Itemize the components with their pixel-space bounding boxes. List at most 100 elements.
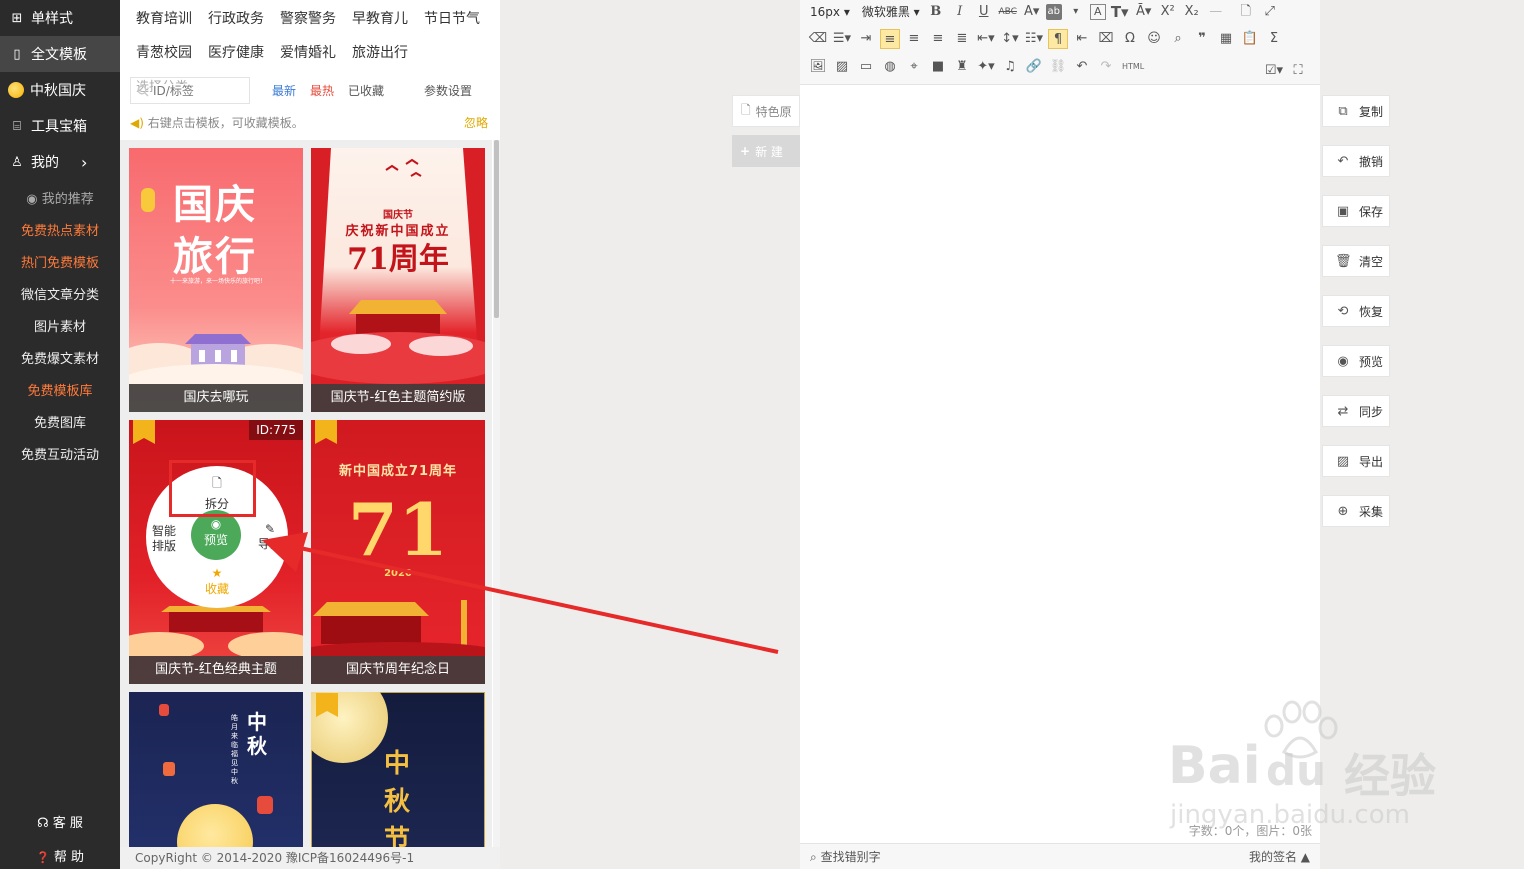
- paragraph-spacing-icon[interactable]: ☷▾: [1024, 29, 1044, 49]
- link-icon[interactable]: 🔗: [1024, 57, 1044, 77]
- music-icon[interactable]: ♫: [1000, 57, 1020, 77]
- tab-favorited[interactable]: 已收藏: [348, 82, 384, 99]
- table-icon[interactable]: ▦: [1216, 29, 1236, 49]
- tab-hottest[interactable]: 最热: [310, 82, 334, 99]
- spellcheck-link[interactable]: ⌕ 查找错别字: [810, 848, 881, 865]
- preview-button[interactable]: ◉ 预览: [191, 510, 241, 560]
- category-early-edu[interactable]: 早教育儿: [352, 8, 424, 42]
- category-government[interactable]: 行政政务: [208, 8, 280, 42]
- bold-icon[interactable]: B: [926, 2, 946, 22]
- search-input[interactable]: [153, 83, 239, 98]
- line-height-icon[interactable]: ↕▾: [1000, 29, 1020, 49]
- category-travel[interactable]: 旅游出行: [352, 42, 424, 76]
- align-justify-icon[interactable]: ≣: [952, 29, 972, 49]
- border-text-icon[interactable]: A: [1089, 4, 1106, 20]
- clear-button[interactable]: 🗑 清空: [1322, 245, 1390, 277]
- nav-help[interactable]: ❓ 帮 助: [0, 846, 120, 865]
- signature-link[interactable]: 我的签名 ▲: [1249, 848, 1310, 865]
- category-wedding[interactable]: 爱情婚礼: [280, 42, 352, 76]
- sync-button[interactable]: ⇄ 同步: [1322, 395, 1390, 427]
- nav-hot-free-template[interactable]: 热门免费模板: [0, 248, 120, 280]
- ltr-icon[interactable]: ¶: [1048, 29, 1068, 49]
- collect-button[interactable]: ⊕ 采集: [1322, 495, 1390, 527]
- dropdown-icon[interactable]: ▾: [1066, 2, 1086, 22]
- preview-side-button[interactable]: ◉ 预览: [1322, 345, 1390, 377]
- template-card[interactable]: 中秋节: [311, 692, 485, 848]
- ignore-link[interactable]: 忽略: [464, 114, 488, 131]
- tab-featured[interactable]: 🗋 特色原: [732, 95, 800, 127]
- undo-icon[interactable]: ↶: [1072, 57, 1092, 77]
- align-right-icon[interactable]: ≡: [928, 29, 948, 49]
- font-color-icon[interactable]: A▾: [1022, 2, 1042, 22]
- paste-icon[interactable]: 📋: [1240, 29, 1260, 49]
- image-icon[interactable]: 🖼: [808, 57, 828, 77]
- unlink-icon[interactable]: ⛓: [1048, 57, 1068, 77]
- fullscreen-exit-icon[interactable]: ⤢: [1260, 2, 1280, 22]
- align-left-icon[interactable]: ≡: [880, 29, 900, 49]
- search-box[interactable]: [130, 77, 250, 104]
- fullscreen-icon[interactable]: ⛶: [1288, 61, 1308, 81]
- nav-wechat-category[interactable]: 微信文章分类: [0, 280, 120, 312]
- align-center-icon[interactable]: ≡: [904, 29, 924, 49]
- nav-free-template-lib[interactable]: 免费模板库: [0, 376, 120, 408]
- sigma-icon[interactable]: Σ: [1264, 29, 1284, 49]
- magic-wand-icon[interactable]: ✦▾: [976, 57, 996, 77]
- sticker-icon[interactable]: ◍: [880, 57, 900, 77]
- nav-full-template[interactable]: ▯ 全文模板: [0, 36, 120, 72]
- highlight-icon[interactable]: ab: [1045, 4, 1062, 20]
- subscript-icon[interactable]: X₂: [1182, 2, 1202, 22]
- superscript-icon[interactable]: X²: [1158, 2, 1178, 22]
- nav-toolbox[interactable]: ⌸ 工具宝箱: [0, 108, 120, 144]
- export-button[interactable]: ▨ 导出: [1322, 445, 1390, 477]
- tab-new[interactable]: + 新 建: [732, 135, 800, 167]
- template-card[interactable]: 新中国成立71周年 71 2020 国庆节周年纪念日: [311, 420, 485, 684]
- favorite-option[interactable]: ★ 收藏: [198, 566, 236, 597]
- template-card[interactable]: 中秋 皓月来临 福见中秋: [129, 692, 303, 848]
- nav-my-recommend[interactable]: ◉ 我的推荐: [0, 184, 120, 216]
- strikethrough-icon[interactable]: ABC: [998, 2, 1018, 22]
- letter-spacing-icon[interactable]: Ā▾: [1134, 2, 1154, 22]
- import-option[interactable]: ✎ 导入: [256, 522, 284, 552]
- omega-icon[interactable]: Ω: [1120, 29, 1140, 49]
- category-medical[interactable]: 医疗健康: [208, 42, 280, 76]
- category-education[interactable]: 教育培训: [136, 8, 208, 42]
- save-button[interactable]: ▣ 保存: [1322, 195, 1390, 227]
- nav-viral-material[interactable]: 免费爆文素材: [0, 344, 120, 376]
- font-family-select[interactable]: 微软雅黑 ▾: [860, 2, 922, 22]
- nav-free-activity[interactable]: 免费互动活动: [0, 440, 120, 472]
- nav-mid-autumn[interactable]: 中秋国庆: [0, 72, 120, 108]
- eraser-icon[interactable]: ⌫: [808, 29, 828, 49]
- nav-mine[interactable]: ♙ 我的 ›: [0, 144, 120, 180]
- font-size-select[interactable]: 16px ▾: [808, 2, 852, 22]
- category-police[interactable]: 警察警务: [280, 8, 352, 42]
- category-festival[interactable]: 节日节气: [424, 8, 496, 42]
- italic-icon[interactable]: I: [950, 2, 970, 22]
- edit-area[interactable]: [800, 86, 1320, 843]
- page-icon[interactable]: 🗋: [1236, 2, 1256, 22]
- redo-icon[interactable]: ↷: [1096, 57, 1116, 77]
- grid-scrollbar[interactable]: [493, 140, 500, 848]
- quote-icon[interactable]: ❞: [1192, 29, 1212, 49]
- multi-image-icon[interactable]: ▨: [832, 57, 852, 77]
- category-campus[interactable]: 青葱校园: [136, 42, 208, 76]
- horizontal-rule-icon[interactable]: —: [1206, 2, 1226, 22]
- nav-service[interactable]: ☊ 客 服: [0, 812, 120, 831]
- emoji-icon[interactable]: ☺: [1144, 29, 1164, 49]
- rtl-icon[interactable]: ⇤: [1072, 29, 1092, 49]
- template-card[interactable]: 国庆 旅行 十一来旅游，来一场快乐的旅行吧！ 国庆去哪玩: [129, 148, 303, 412]
- tab-newest[interactable]: 最新: [272, 82, 296, 99]
- video-icon[interactable]: ■: [928, 57, 948, 77]
- stamp-icon[interactable]: ♜: [952, 57, 972, 77]
- location-icon[interactable]: ⌖: [904, 57, 924, 77]
- format-icon[interactable]: ☰▾: [832, 29, 852, 49]
- nav-free-hot-material[interactable]: 免费热点素材: [0, 216, 120, 248]
- slideshow-icon[interactable]: ▭: [856, 57, 876, 77]
- nav-free-gallery[interactable]: 免费图库: [0, 408, 120, 440]
- smart-layout-option[interactable]: 智能排版: [150, 524, 178, 554]
- html-button[interactable]: HTML: [1120, 57, 1146, 77]
- nav-single-style[interactable]: ⊞ 单样式: [0, 0, 120, 36]
- template-card[interactable]: 国庆节 庆祝新中国成立 71周年 国庆节-红色主题简约版: [311, 148, 485, 412]
- nav-image-material[interactable]: 图片素材: [0, 312, 120, 344]
- text-style-icon[interactable]: T▾: [1110, 2, 1130, 22]
- search-replace-icon[interactable]: ⌕: [1168, 29, 1188, 49]
